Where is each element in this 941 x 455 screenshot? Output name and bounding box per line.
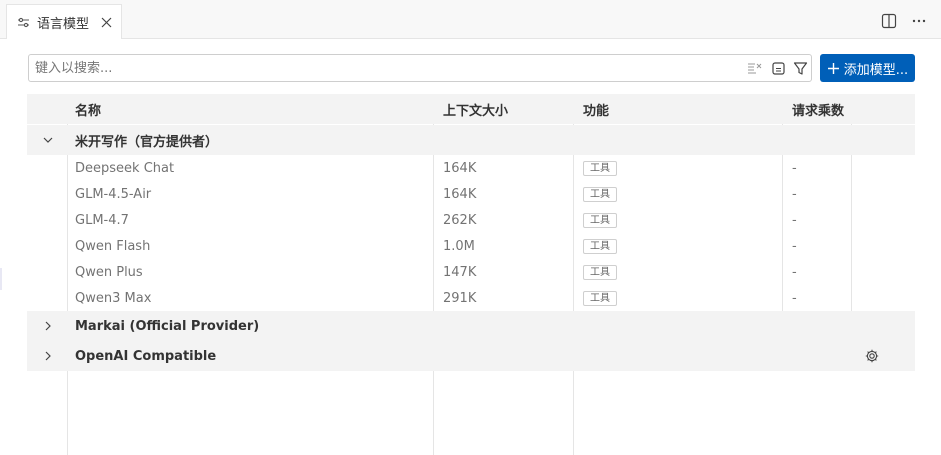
model-name: Qwen Flash bbox=[75, 238, 151, 254]
request-multiplier: - bbox=[792, 264, 797, 280]
request-multiplier: - bbox=[792, 290, 797, 306]
model-name: GLM-4.5-Air bbox=[75, 186, 152, 202]
search-box bbox=[28, 54, 812, 82]
column-header-features[interactable]: 功能 bbox=[583, 94, 609, 124]
feature-tag: 工具 bbox=[583, 186, 617, 202]
left-edge-marker bbox=[0, 268, 2, 290]
column-header-context[interactable]: 上下文大小 bbox=[443, 94, 508, 124]
gear-icon[interactable] bbox=[864, 348, 880, 364]
feature-tag: 工具 bbox=[583, 160, 617, 176]
add-model-label: 添加模型... bbox=[843, 62, 909, 78]
search-input[interactable] bbox=[35, 58, 735, 78]
table-row[interactable]: Qwen Plus 147K 工具 - bbox=[27, 259, 915, 285]
provider-group-row[interactable]: OpenAI Compatible bbox=[27, 341, 915, 371]
table-row[interactable]: Qwen3 Max 291K 工具 - bbox=[27, 285, 915, 311]
model-name: GLM-4.7 bbox=[75, 212, 129, 228]
chevron-right-icon[interactable] bbox=[41, 349, 55, 363]
filter-icon[interactable] bbox=[793, 61, 808, 76]
context-size: 262K bbox=[443, 212, 477, 228]
model-name: Deepseek Chat bbox=[75, 160, 175, 176]
model-name: Qwen Plus bbox=[75, 264, 143, 280]
context-size: 1.0M bbox=[443, 238, 475, 254]
context-size: 147K bbox=[443, 264, 477, 280]
request-multiplier: - bbox=[792, 212, 797, 228]
table-row[interactable]: Qwen Flash 1.0M 工具 - bbox=[27, 233, 915, 259]
more-actions-icon[interactable] bbox=[911, 13, 927, 29]
editor-tab-bar: 语言模型 bbox=[0, 0, 941, 40]
provider-group-row[interactable]: 米开写作（官方提供者） bbox=[27, 125, 915, 155]
column-header-multiplier[interactable]: 请求乘数 bbox=[792, 94, 844, 124]
chevron-down-icon[interactable] bbox=[41, 133, 55, 147]
models-table: 名称 上下文大小 功能 请求乘数 米开写作（官方提供者） Deepseek Ch… bbox=[27, 94, 915, 455]
provider-group-row[interactable]: Markai (Official Provider) bbox=[27, 311, 915, 341]
column-header-name[interactable]: 名称 bbox=[75, 94, 101, 124]
table-row[interactable]: GLM-4.5-Air 164K 工具 - bbox=[27, 181, 915, 207]
request-multiplier: - bbox=[792, 160, 797, 176]
context-size: 164K bbox=[443, 160, 477, 176]
clear-filter-icon[interactable] bbox=[747, 61, 762, 76]
model-name: Qwen3 Max bbox=[75, 290, 152, 306]
provider-name: 米开写作（官方提供者） bbox=[75, 134, 219, 150]
feature-tag: 工具 bbox=[583, 264, 617, 280]
split-editor-icon[interactable] bbox=[881, 13, 897, 29]
feature-tag: 工具 bbox=[583, 212, 617, 228]
context-size: 164K bbox=[443, 186, 477, 202]
table-header: 名称 上下文大小 功能 请求乘数 bbox=[27, 94, 915, 124]
provider-name: Markai (Official Provider) bbox=[75, 318, 260, 334]
context-size: 291K bbox=[443, 290, 477, 306]
add-model-button[interactable]: 添加模型... bbox=[820, 54, 915, 82]
tab-title: 语言模型 bbox=[37, 16, 90, 32]
chevron-right-icon[interactable] bbox=[41, 319, 55, 333]
tab-language-models[interactable]: 语言模型 bbox=[6, 4, 122, 40]
plus-icon bbox=[827, 62, 840, 75]
table-row[interactable]: GLM-4.7 262K 工具 - bbox=[27, 207, 915, 233]
feature-tag: 工具 bbox=[583, 238, 617, 254]
request-multiplier: - bbox=[792, 238, 797, 254]
sliders-icon bbox=[16, 15, 30, 29]
request-multiplier: - bbox=[792, 186, 797, 202]
table-row[interactable]: Deepseek Chat 164K 工具 - bbox=[27, 155, 915, 181]
feature-tag: 工具 bbox=[583, 290, 617, 306]
close-icon[interactable] bbox=[99, 15, 113, 29]
provider-name: OpenAI Compatible bbox=[75, 348, 217, 364]
collapse-all-icon[interactable] bbox=[771, 61, 786, 76]
